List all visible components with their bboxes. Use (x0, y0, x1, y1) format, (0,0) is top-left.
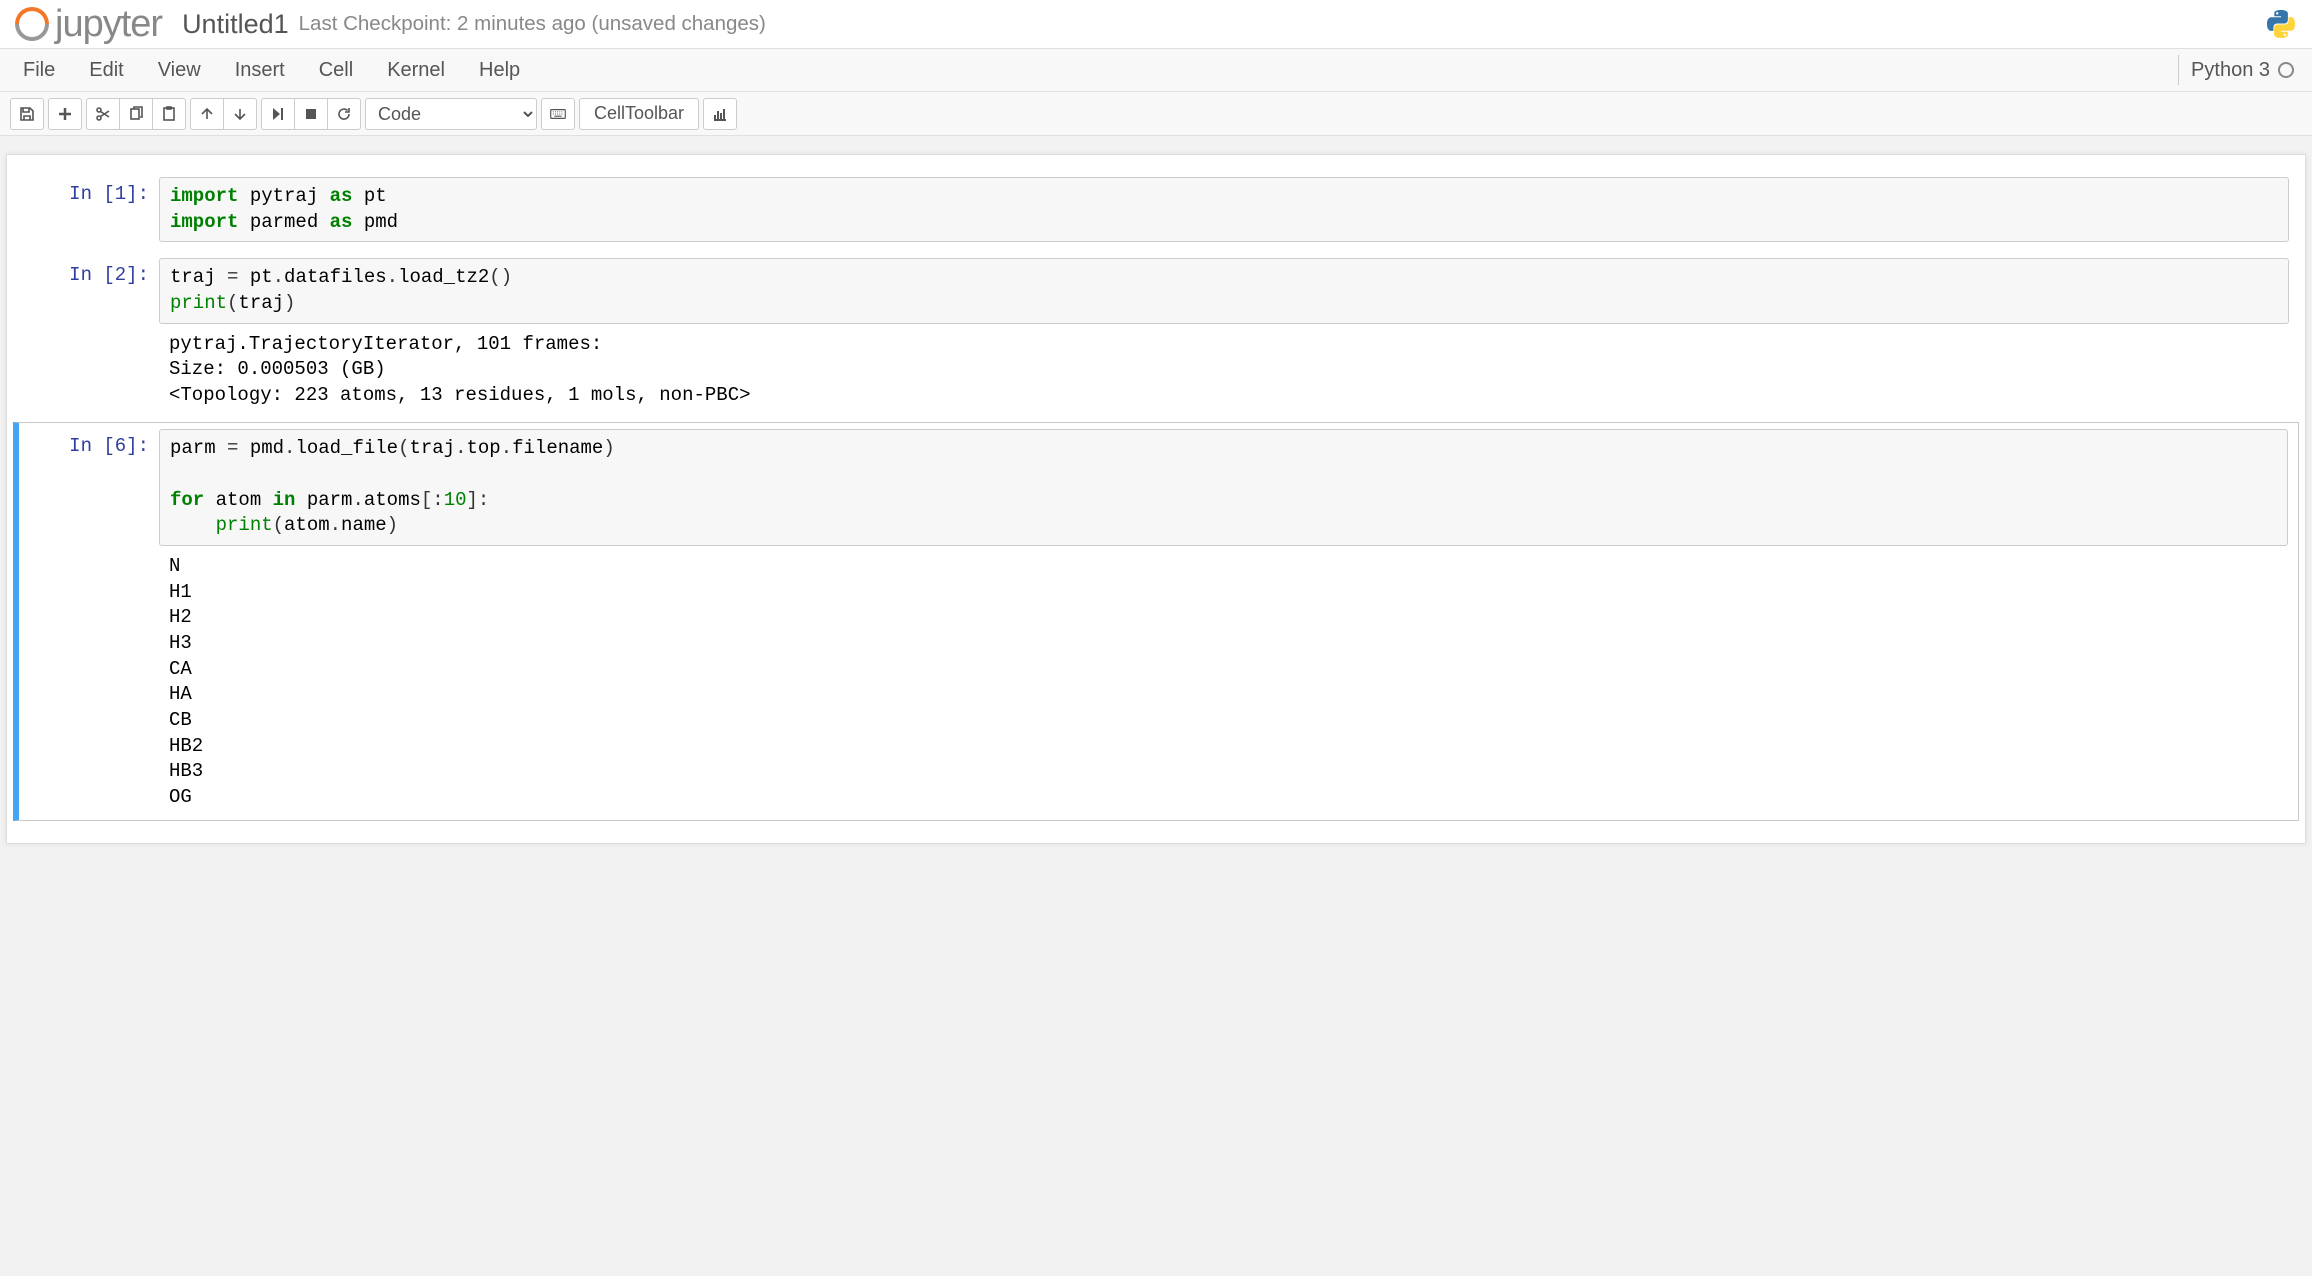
logo-text: jupyter (55, 3, 162, 46)
code-cell[interactable]: In [6]:parm = pmd.load_file(traj.top.fil… (13, 422, 2299, 821)
menu-cell[interactable]: Cell (302, 48, 370, 92)
move-up-button[interactable] (190, 98, 224, 130)
input-prompt: In [2]: (19, 258, 159, 412)
arrow-down-icon (232, 106, 248, 122)
cut-button[interactable] (86, 98, 120, 130)
code-input[interactable]: traj = pt.datafiles.load_tz2() print(tra… (159, 258, 2289, 323)
menubar: FileEditViewInsertCellKernelHelp Python … (0, 48, 2312, 92)
save-button[interactable] (10, 98, 44, 130)
stop-icon (303, 106, 319, 122)
jupyter-logo-icon (15, 7, 49, 41)
notebook-name[interactable]: Untitled1 (182, 9, 289, 40)
menu-kernel[interactable]: Kernel (370, 48, 462, 92)
menu-file[interactable]: File (6, 48, 72, 92)
kernel-name: Python 3 (2191, 59, 2270, 82)
checkpoint-status: Last Checkpoint: 2 minutes ago (unsaved … (299, 12, 766, 36)
notebook-container: In [1]:import pytraj as pt import parmed… (6, 154, 2306, 844)
code-input[interactable]: parm = pmd.load_file(traj.top.filename) … (159, 429, 2288, 546)
command-palette-button[interactable] (541, 98, 575, 130)
menu-view[interactable]: View (141, 48, 218, 92)
add-cell-button[interactable] (48, 98, 82, 130)
interrupt-button[interactable] (294, 98, 328, 130)
menu-edit[interactable]: Edit (72, 48, 140, 92)
scissors-icon (95, 106, 111, 122)
toolbar: Code CellToolbar (0, 92, 2312, 136)
code-input[interactable]: import pytraj as pt import parmed as pmd (159, 177, 2289, 242)
refresh-icon (336, 106, 352, 122)
copy-button[interactable] (119, 98, 153, 130)
run-button[interactable] (261, 98, 295, 130)
celltoolbar-button[interactable]: CellToolbar (579, 98, 699, 130)
step-forward-icon (270, 106, 286, 122)
menu-help[interactable]: Help (462, 48, 537, 92)
arrow-up-icon (199, 106, 215, 122)
output-text: pytraj.TrajectoryIterator, 101 frames: S… (159, 324, 2289, 413)
paste-icon (161, 106, 177, 122)
chart-button[interactable] (703, 98, 737, 130)
save-icon (19, 106, 35, 122)
bar-chart-icon (712, 106, 728, 122)
output-text: N H1 H2 H3 CA HA CB HB2 HB3 OG (159, 546, 2288, 814)
header: jupyter Untitled1 Last Checkpoint: 2 min… (0, 0, 2312, 48)
code-cell[interactable]: In [2]:traj = pt.datafiles.load_tz2() pr… (13, 252, 2299, 418)
plus-icon (57, 106, 73, 122)
kernel-idle-icon (2278, 62, 2294, 78)
kernel-indicator: Python 3 (2178, 55, 2306, 85)
code-cell[interactable]: In [1]:import pytraj as pt import parmed… (13, 171, 2299, 248)
jupyter-logo[interactable]: jupyter (15, 3, 162, 46)
paste-button[interactable] (152, 98, 186, 130)
restart-button[interactable] (327, 98, 361, 130)
keyboard-icon (550, 106, 566, 122)
input-prompt: In [1]: (19, 177, 159, 242)
python-logo-icon (2265, 8, 2297, 40)
copy-icon (128, 106, 144, 122)
move-down-button[interactable] (223, 98, 257, 130)
input-prompt: In [6]: (19, 429, 159, 814)
cell-type-select[interactable]: Code (365, 98, 537, 130)
menu-insert[interactable]: Insert (218, 48, 302, 92)
